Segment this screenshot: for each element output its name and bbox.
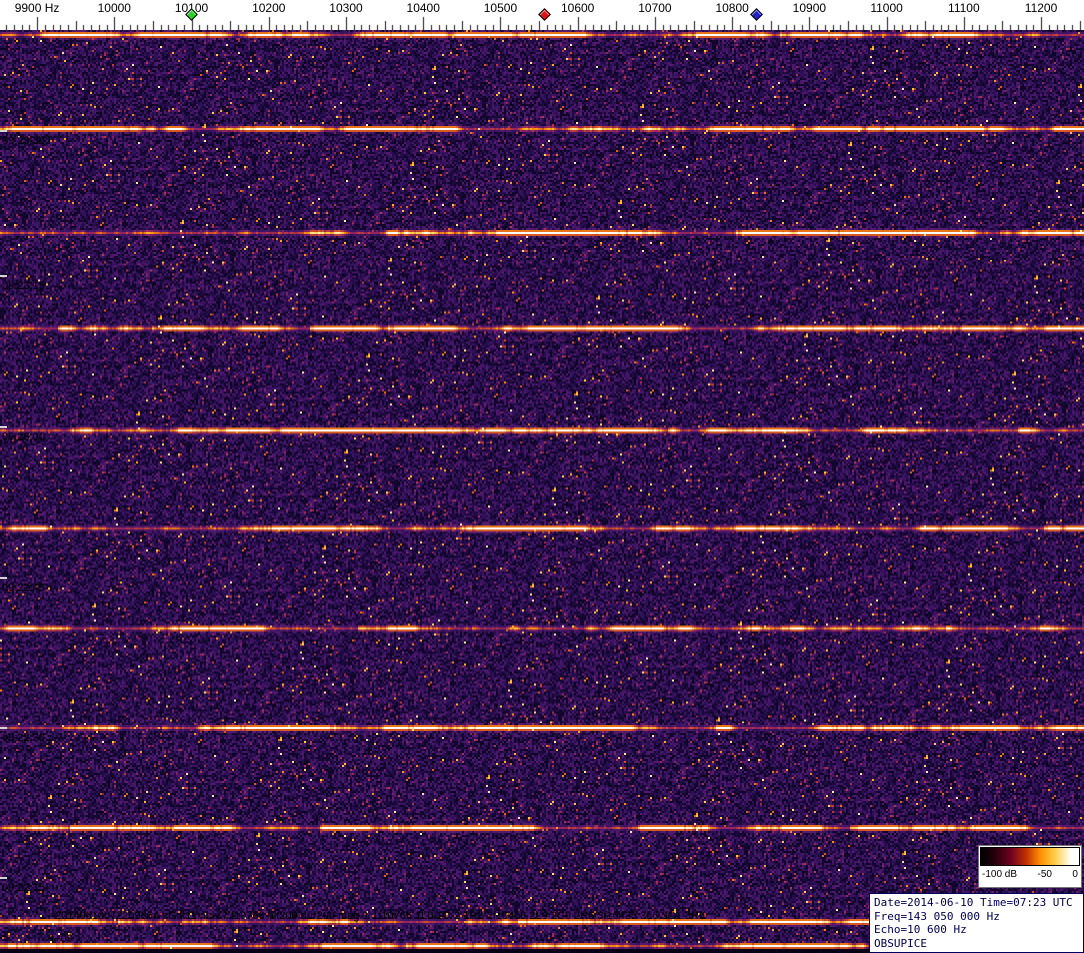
- time-label: 09:22:30: [2, 732, 45, 744]
- freq-tick-label: 10200: [252, 1, 286, 15]
- colormap-gradient-bar: [980, 847, 1080, 866]
- frequency-ruler[interactable]: 9900 Hz100001010010200103001040010500106…: [0, 0, 1084, 30]
- time-label: 09:22:15: [2, 882, 45, 894]
- legend-mid-label: -50: [1037, 869, 1052, 880]
- freq-tick-label: 11200: [1024, 1, 1058, 15]
- time-tick: [0, 877, 7, 879]
- freq-tick-label: 10500: [483, 1, 518, 15]
- time-tick: [0, 130, 7, 132]
- waterfall-spectrogram[interactable]: [0, 30, 1084, 953]
- freq-tick-label: 10800: [715, 1, 749, 15]
- time-tick: [0, 577, 7, 579]
- freq-tick-label: 9900 Hz: [14, 1, 60, 15]
- freq-tick-label: 10900: [792, 1, 827, 15]
- time-tick: [0, 275, 7, 277]
- freq-tick-label: 10400: [406, 1, 440, 15]
- freq-tick-label: 11000: [870, 1, 903, 15]
- observation-info-box: Date=2014-06-10 Time=07:23 UTC Freq=143 …: [869, 893, 1084, 953]
- time-label: 09:23:00: [2, 431, 45, 443]
- time-label: 09:22:45: [2, 582, 45, 594]
- freq-tick-label: 10300: [329, 1, 363, 15]
- info-date-time: Date=2014-06-10 Time=07:23 UTC: [874, 896, 1073, 909]
- legend-max-label: 0: [1072, 869, 1078, 880]
- info-frequency: Freq=143 050 000 Hz: [874, 909, 1000, 923]
- time-tick: [0, 727, 7, 729]
- db-color-legend: -100 dB -50 0: [978, 845, 1082, 888]
- freq-tick-label: 10600: [560, 1, 595, 15]
- legend-scale-labels: -100 dB -50 0: [979, 867, 1081, 880]
- time-label: 09:23:15: [2, 280, 45, 292]
- freq-tick-label: 11100: [948, 1, 980, 15]
- time-label: 09:23:30: [2, 135, 45, 147]
- freq-tick-label: 10000: [97, 1, 131, 15]
- info-echo: Echo=10 600 Hz: [874, 923, 967, 936]
- freq-tick-label: 10700: [638, 1, 672, 15]
- time-offset-text: ^t+09: [46, 933, 73, 945]
- info-station: OBSUPICE: [874, 936, 927, 950]
- legend-min-label: -100 dB: [982, 869, 1018, 880]
- time-tick: [0, 426, 7, 428]
- detection-parameters-text: 20140610072209864 hCnt11 nb-77.f10766 hi…: [55, 910, 705, 922]
- spectrogram-app: 9900 Hz100001010010200103001040010500106…: [0, 0, 1084, 953]
